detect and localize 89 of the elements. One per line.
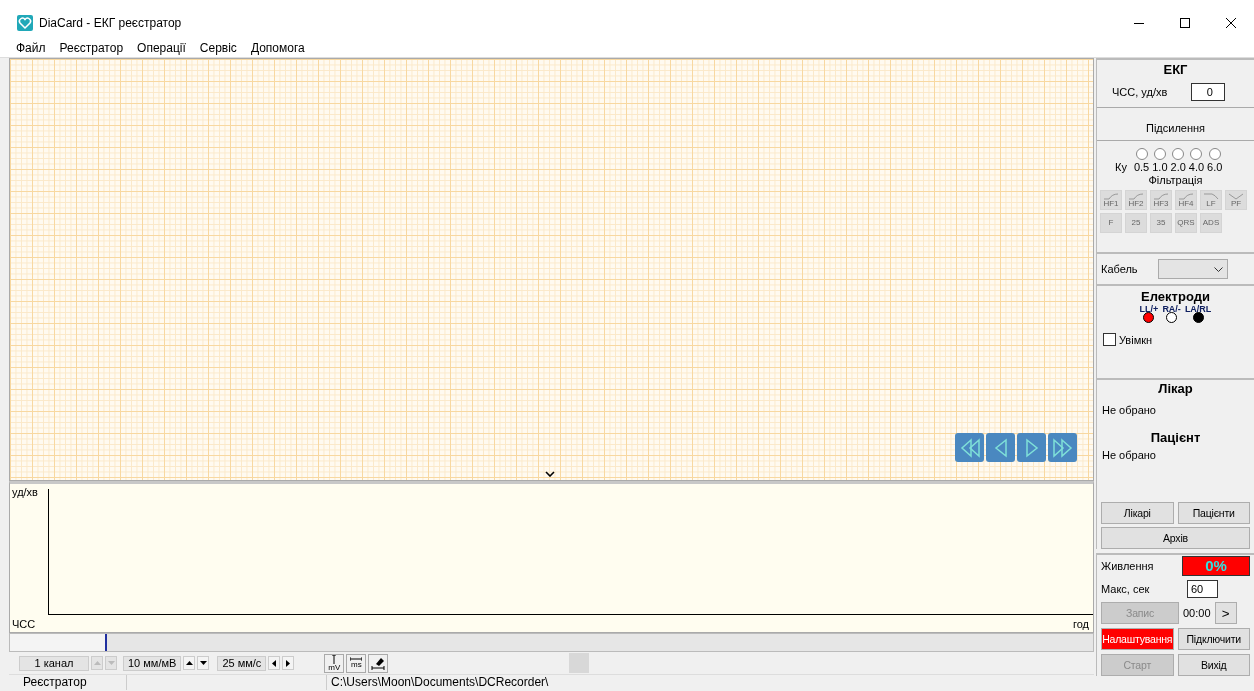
menu-item[interactable]: Допомога — [250, 40, 305, 55]
gain-radio[interactable] — [1172, 147, 1185, 160]
gain-radio[interactable] — [1153, 147, 1166, 160]
measure-tool-button[interactable] — [368, 653, 389, 673]
section-title: Електроди — [1141, 289, 1210, 304]
close-icon — [1226, 18, 1236, 28]
section-title: Пацієнт — [1149, 430, 1202, 445]
menu-item[interactable]: Сервіс — [199, 40, 237, 55]
gain-radio[interactable] — [1135, 147, 1148, 160]
record-time: 00:00 — [1183, 607, 1211, 619]
heart-logo-icon — [17, 15, 33, 31]
down-arrow-icon — [107, 661, 115, 665]
first-page-button[interactable] — [955, 433, 984, 462]
archive-button[interactable]: Архів — [1101, 527, 1250, 549]
last-page-button[interactable] — [1048, 433, 1077, 462]
gain-label: 10 мм/мВ — [123, 655, 182, 671]
list-button[interactable]: Лікарі — [1101, 502, 1174, 524]
gain-value: 4.0 — [1188, 160, 1205, 173]
section-title: Лікар — [1157, 381, 1194, 396]
double-triangle-icon — [958, 437, 981, 458]
previous-page-button[interactable] — [986, 433, 1015, 462]
gain-label: Ку — [1115, 161, 1127, 173]
action-button[interactable]: Налаштування — [1101, 628, 1174, 650]
max-time-field[interactable]: 60 — [1187, 580, 1218, 598]
window-title: DiaCard - ЕКГ реєстратор — [39, 16, 182, 30]
gain-title: Підсилення — [1145, 122, 1206, 134]
menu-item[interactable]: Файл — [16, 40, 46, 55]
cable-label: Кабель — [1101, 263, 1138, 275]
down-arrow-icon — [199, 661, 207, 665]
down-button[interactable] — [197, 656, 210, 670]
cable-dropdown[interactable] — [1157, 259, 1228, 279]
left-arrow-icon — [272, 659, 277, 667]
heart-rate-label: ЧСС, уд/хв — [1112, 86, 1168, 98]
up-arrow-icon — [185, 661, 193, 665]
enable-checkbox[interactable] — [1103, 333, 1116, 346]
lead-label: LL/+ — [1139, 304, 1159, 314]
status-mode: Реєстратор — [9, 675, 127, 690]
maximize-icon — [1180, 18, 1190, 28]
left-button[interactable] — [268, 656, 281, 670]
checkbox-label: Увімкн — [1119, 333, 1153, 346]
chevron-down-icon — [1213, 266, 1223, 272]
gain-value: 1.0 — [1152, 160, 1168, 173]
high-pass-curve-icon — [1128, 192, 1144, 200]
gain-radio[interactable] — [1190, 147, 1203, 160]
menu-item[interactable]: Операції — [137, 40, 186, 55]
vertical-span-icon — [332, 654, 337, 664]
axis-label: год — [1072, 618, 1089, 630]
eraser-icon — [371, 656, 386, 670]
gain-value: 6.0 — [1207, 160, 1223, 173]
action-button[interactable]: Вихід — [1177, 654, 1250, 676]
gain-value: 0.5 — [1133, 160, 1150, 173]
horizontal-span-icon — [350, 657, 363, 661]
action-button[interactable]: Підключити — [1177, 628, 1250, 650]
timeline-scrollbar[interactable] — [9, 633, 1094, 652]
minimize-icon — [1134, 22, 1144, 24]
next-page-button[interactable] — [1017, 433, 1046, 462]
low-pass-curve-icon — [1203, 192, 1219, 200]
high-pass-curve-icon — [1178, 192, 1194, 200]
battery-level-indicator: 0% — [1182, 556, 1250, 576]
right-arrow-icon — [286, 659, 291, 667]
next-button[interactable]: > — [1214, 602, 1237, 624]
lead-label: LA/RL — [1184, 304, 1212, 314]
up-arrow-icon — [93, 661, 101, 665]
gain-radio[interactable] — [1208, 147, 1221, 160]
power-label: Живлення — [1101, 560, 1155, 572]
chevron-down-icon[interactable] — [545, 471, 555, 477]
right-button[interactable] — [282, 656, 295, 670]
notch-curve-icon — [1228, 192, 1244, 200]
section-title: ЕКГ — [1163, 62, 1188, 77]
measure-tool-button[interactable]: mV — [324, 653, 345, 673]
speed-label: 25 мм/с — [217, 655, 267, 671]
filter-title: Фільтрація — [1148, 174, 1203, 186]
heart-rate-field: 0 — [1191, 83, 1226, 101]
measure-tool-button[interactable]: ms — [346, 653, 367, 673]
menu-item[interactable]: Реєстратор — [59, 40, 124, 55]
axis-label: ЧСС — [12, 618, 36, 630]
gain-value: 2.0 — [1170, 160, 1186, 173]
axis-label: уд/хв — [12, 486, 38, 498]
high-pass-curve-icon — [1153, 192, 1169, 200]
up-button[interactable] — [183, 656, 196, 670]
double-triangle-icon — [1051, 437, 1074, 458]
list-button[interactable]: Пацієнти — [1177, 502, 1250, 524]
status-path: C:\Users\Moon\Documents\DCRecorder\ — [330, 675, 549, 690]
high-pass-curve-icon — [1103, 192, 1119, 200]
doctor-value: Не обрано — [1101, 404, 1157, 416]
patient-value: Не обрано — [1101, 449, 1157, 461]
max-time-label: Макс, сек — [1101, 583, 1151, 595]
lead-label: RA/- — [1162, 304, 1181, 314]
channel-count-label: 1 канал — [19, 655, 89, 671]
